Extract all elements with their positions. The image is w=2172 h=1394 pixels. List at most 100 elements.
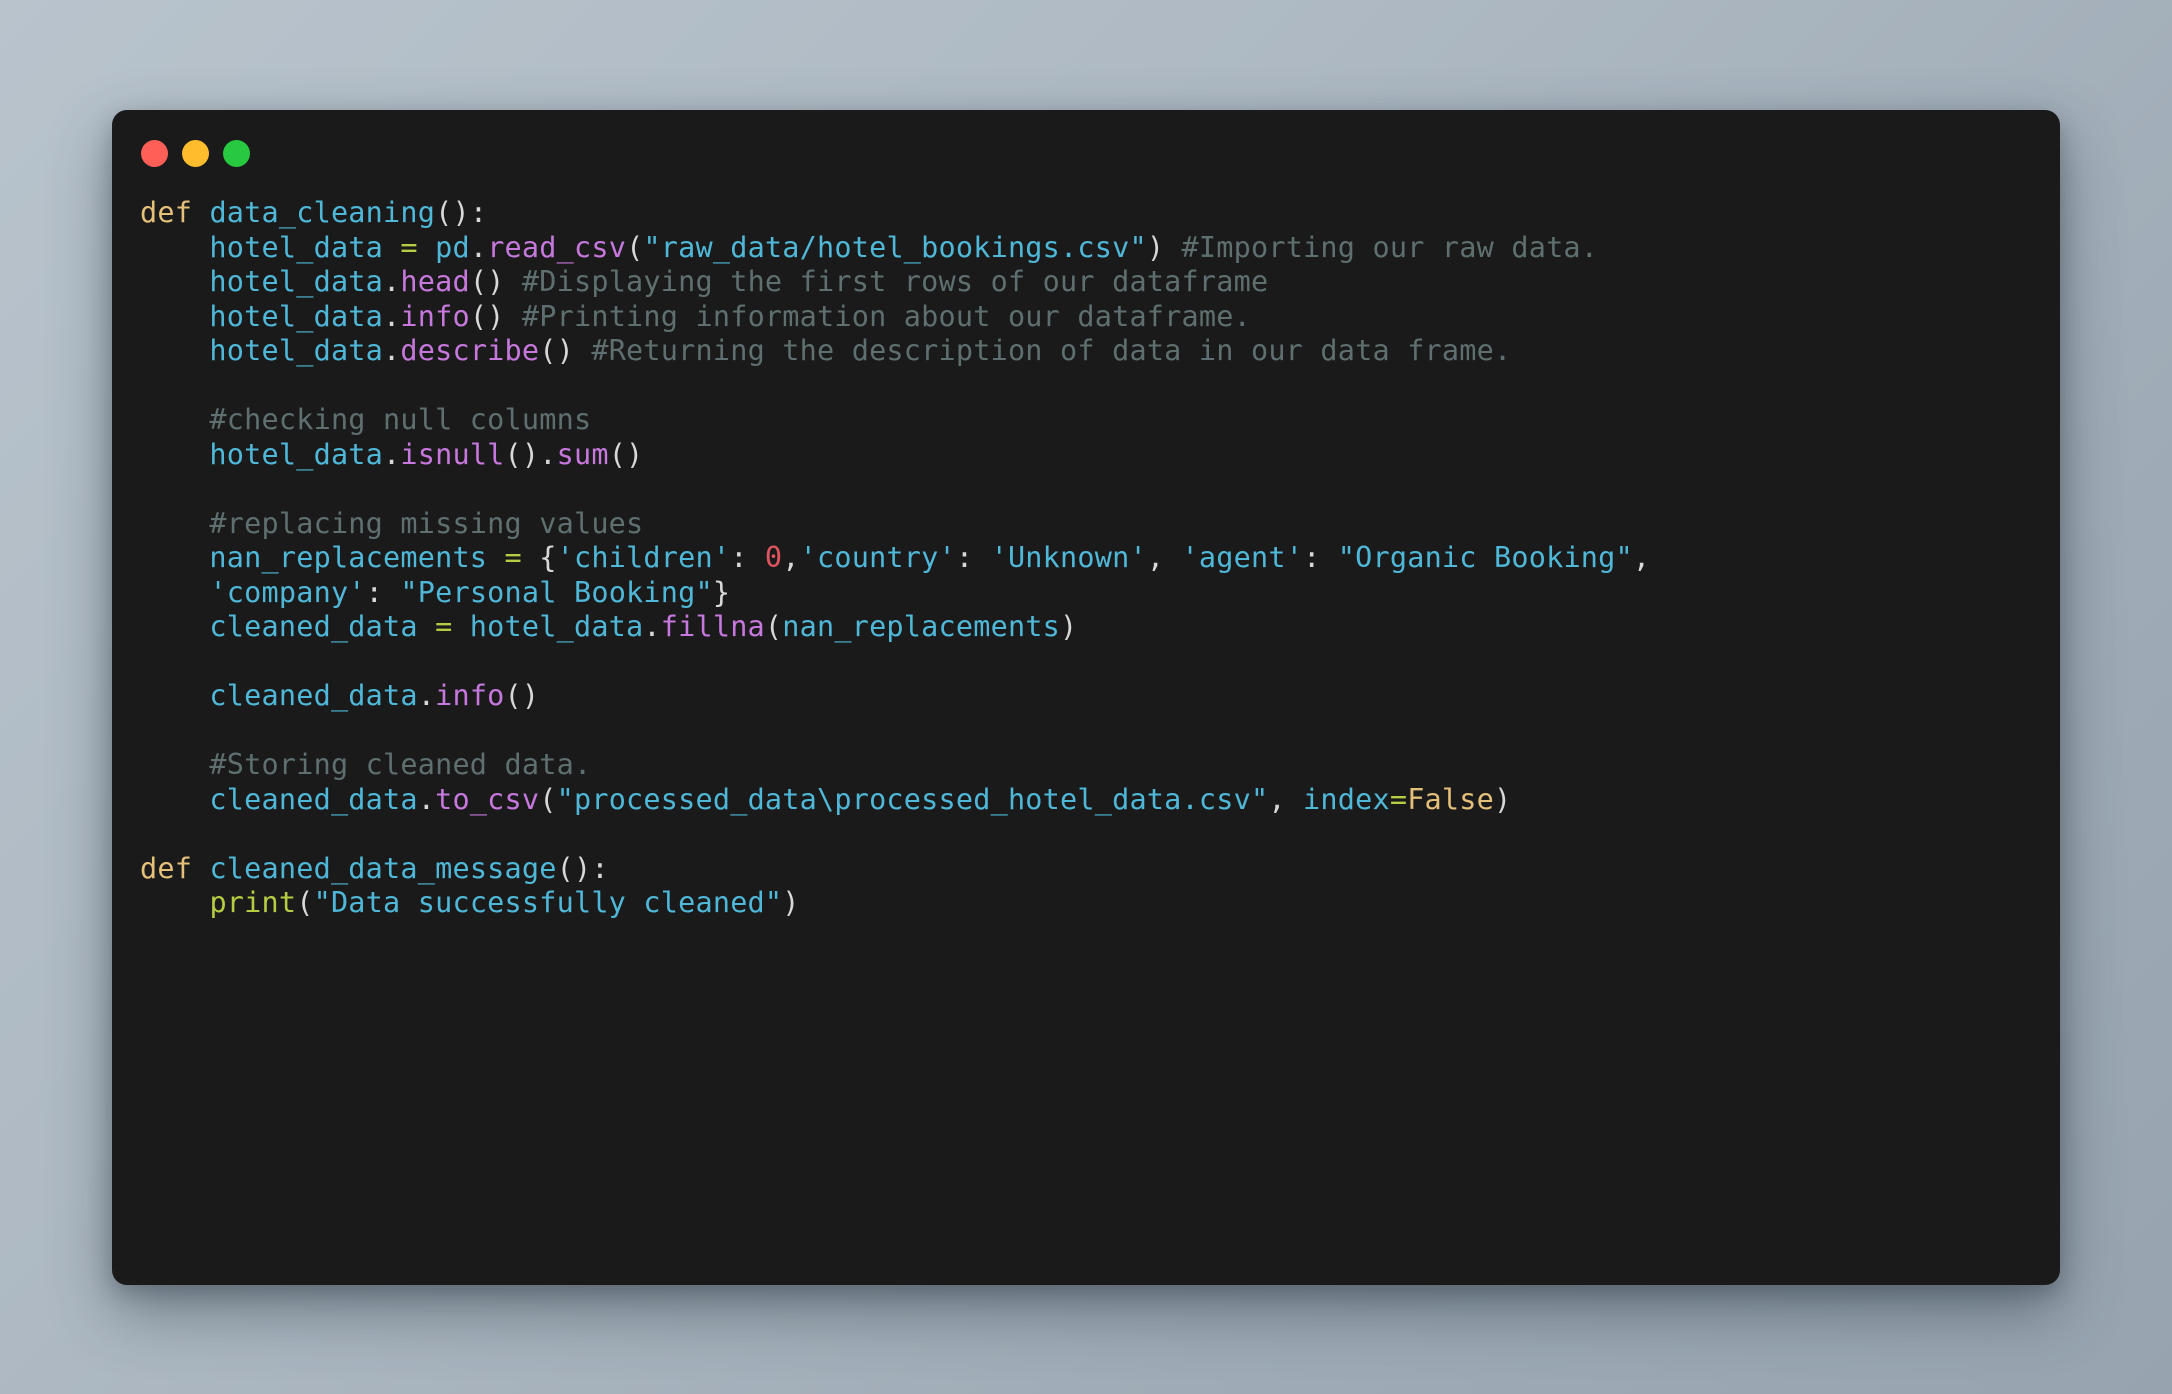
code-line: hotel_data = pd.read_csv("raw_data/hotel… — [140, 231, 2020, 266]
code-token-punct: () — [504, 437, 540, 471]
code-token-punct: () — [608, 437, 644, 471]
code-token-str: "Data successfully cleaned" — [313, 886, 783, 919]
code-line: def cleaned_data_message(): — [140, 852, 2020, 887]
code-token-punct: : — [955, 541, 991, 574]
code-token-name: cleaned_data — [140, 610, 436, 643]
code-token-punct: . — [417, 782, 436, 816]
code-token-kw: def — [140, 851, 210, 885]
code-token-punct: () — [539, 334, 592, 367]
code-token-method: info — [435, 679, 505, 712]
code-token-comment: #checking null columns — [140, 403, 592, 436]
code-token-punct: ( — [539, 782, 557, 816]
code-token-punct: . — [383, 265, 401, 298]
code-token-num: 0 — [764, 541, 783, 574]
code-token-punct: () — [504, 679, 540, 712]
code-token-punct: (): — [556, 851, 609, 885]
code-line: hotel_data.head() #Displaying the first … — [140, 265, 2020, 300]
code-token-str: 'Unknown' — [990, 541, 1147, 574]
code-line: #checking null columns — [140, 403, 2020, 438]
code-token-method: read_csv — [487, 230, 627, 264]
code-token-name: hotel_data — [140, 265, 384, 298]
desktop-background: def data_cleaning(): hotel_data = pd.rea… — [0, 0, 2172, 1394]
code-line: hotel_data.describe() #Returning the des… — [140, 334, 2020, 369]
code-line: cleaned_data.to_csv("processed_data\proc… — [140, 783, 2020, 818]
code-token-str: "Organic Booking" — [1337, 541, 1633, 574]
code-token-str: 'agent' — [1181, 541, 1304, 574]
code-token-str: 'country' — [799, 541, 956, 574]
code-token-punct: : — [1303, 541, 1338, 574]
code-token-punct: (): — [435, 196, 488, 229]
code-token-name: hotel_data — [140, 437, 384, 471]
code-line: print("Data successfully cleaned") — [140, 886, 2020, 921]
code-token-str: 'company' — [209, 575, 366, 609]
code-token-punct: ) — [1146, 230, 1182, 264]
code-token-comment: #Importing our raw data. — [1181, 230, 1599, 264]
minimize-button[interactable] — [182, 139, 209, 167]
code-token-punct: , — [1146, 541, 1182, 574]
code-token-str: "processed_data\processed_hotel_data.csv… — [556, 782, 1269, 816]
code-token-punct: : — [730, 541, 765, 574]
code-token-name: hotel_data — [140, 299, 384, 333]
code-token-kw: def — [140, 196, 210, 229]
code-token-name: cleaned_data — [140, 782, 418, 816]
code-token-punct: . — [417, 679, 436, 712]
code-token-fn: print — [209, 886, 297, 919]
code-token-punct — [140, 576, 209, 609]
code-token-name: hotel_data — [452, 610, 644, 643]
code-token-name: nan_replacements — [140, 541, 505, 574]
code-token-comment: #Printing information about our datafram… — [521, 299, 1251, 333]
code-token-op: = — [1389, 782, 1408, 816]
code-token-comment: #replacing missing values — [140, 506, 644, 540]
code-token-name: hotel_data — [140, 230, 401, 264]
code-token-punct — [140, 886, 209, 919]
code-token-punct: ) — [1060, 610, 1078, 643]
close-button[interactable] — [141, 139, 168, 167]
code-token-method: fillna — [660, 610, 765, 643]
code-token-punct: { — [521, 541, 557, 574]
code-token-punct: ( — [626, 230, 644, 264]
code-line: 'company': "Personal Booking"} — [140, 576, 2020, 611]
code-token-op: = — [400, 230, 418, 264]
code-token-comment: #Displaying the first rows of our datafr… — [521, 265, 1269, 298]
code-token-kw: False — [1407, 782, 1494, 816]
code-token-name: hotel_data — [140, 334, 384, 367]
code-token-punct: , — [1632, 541, 1651, 574]
code-token-method: describe — [400, 334, 540, 367]
code-token-comment: #Returning the description of data in ou… — [591, 334, 1512, 367]
code-token-punct: ) — [782, 886, 800, 919]
code-token-name: pd — [417, 230, 470, 264]
code-line: hotel_data.isnull().sum() — [140, 438, 2020, 473]
code-token-punct: () — [469, 265, 522, 298]
code-line: hotel_data.info() #Printing information … — [140, 300, 2020, 335]
code-token-name: cleaned_data_message — [209, 851, 557, 885]
code-line: nan_replacements = {'children': 0,'count… — [140, 541, 2020, 576]
code-token-op: = — [435, 610, 453, 643]
code-token-punct: . — [469, 230, 488, 264]
code-line: cleaned_data.info() — [140, 679, 2020, 714]
code-token-method: to_csv — [435, 782, 540, 816]
code-line: def data_cleaning(): — [140, 196, 2020, 231]
code-token-method: sum — [556, 437, 609, 471]
code-token-punct: . — [643, 610, 661, 643]
code-token-name: index — [1303, 782, 1390, 816]
code-token-punct: } — [712, 575, 731, 609]
code-block[interactable]: def data_cleaning(): hotel_data = pd.rea… — [112, 196, 2060, 1285]
code-token-str: "raw_data/hotel_bookings.csv" — [643, 230, 1147, 264]
code-line: #Storing cleaned data. — [140, 748, 2020, 783]
code-token-comment: #Storing cleaned data. — [140, 748, 592, 781]
code-token-punct: ) — [1494, 782, 1512, 816]
code-token-punct: . — [383, 299, 401, 333]
maximize-button[interactable] — [223, 139, 250, 167]
code-token-name: nan_replacements — [782, 610, 1061, 643]
code-token-op: = — [504, 541, 522, 574]
code-token-method: isnull — [400, 437, 505, 471]
window-titlebar — [112, 110, 2060, 196]
code-token-method: head — [400, 265, 470, 298]
code-token-str: "Personal Booking" — [400, 575, 713, 609]
code-token-name: cleaned_data — [140, 679, 418, 712]
